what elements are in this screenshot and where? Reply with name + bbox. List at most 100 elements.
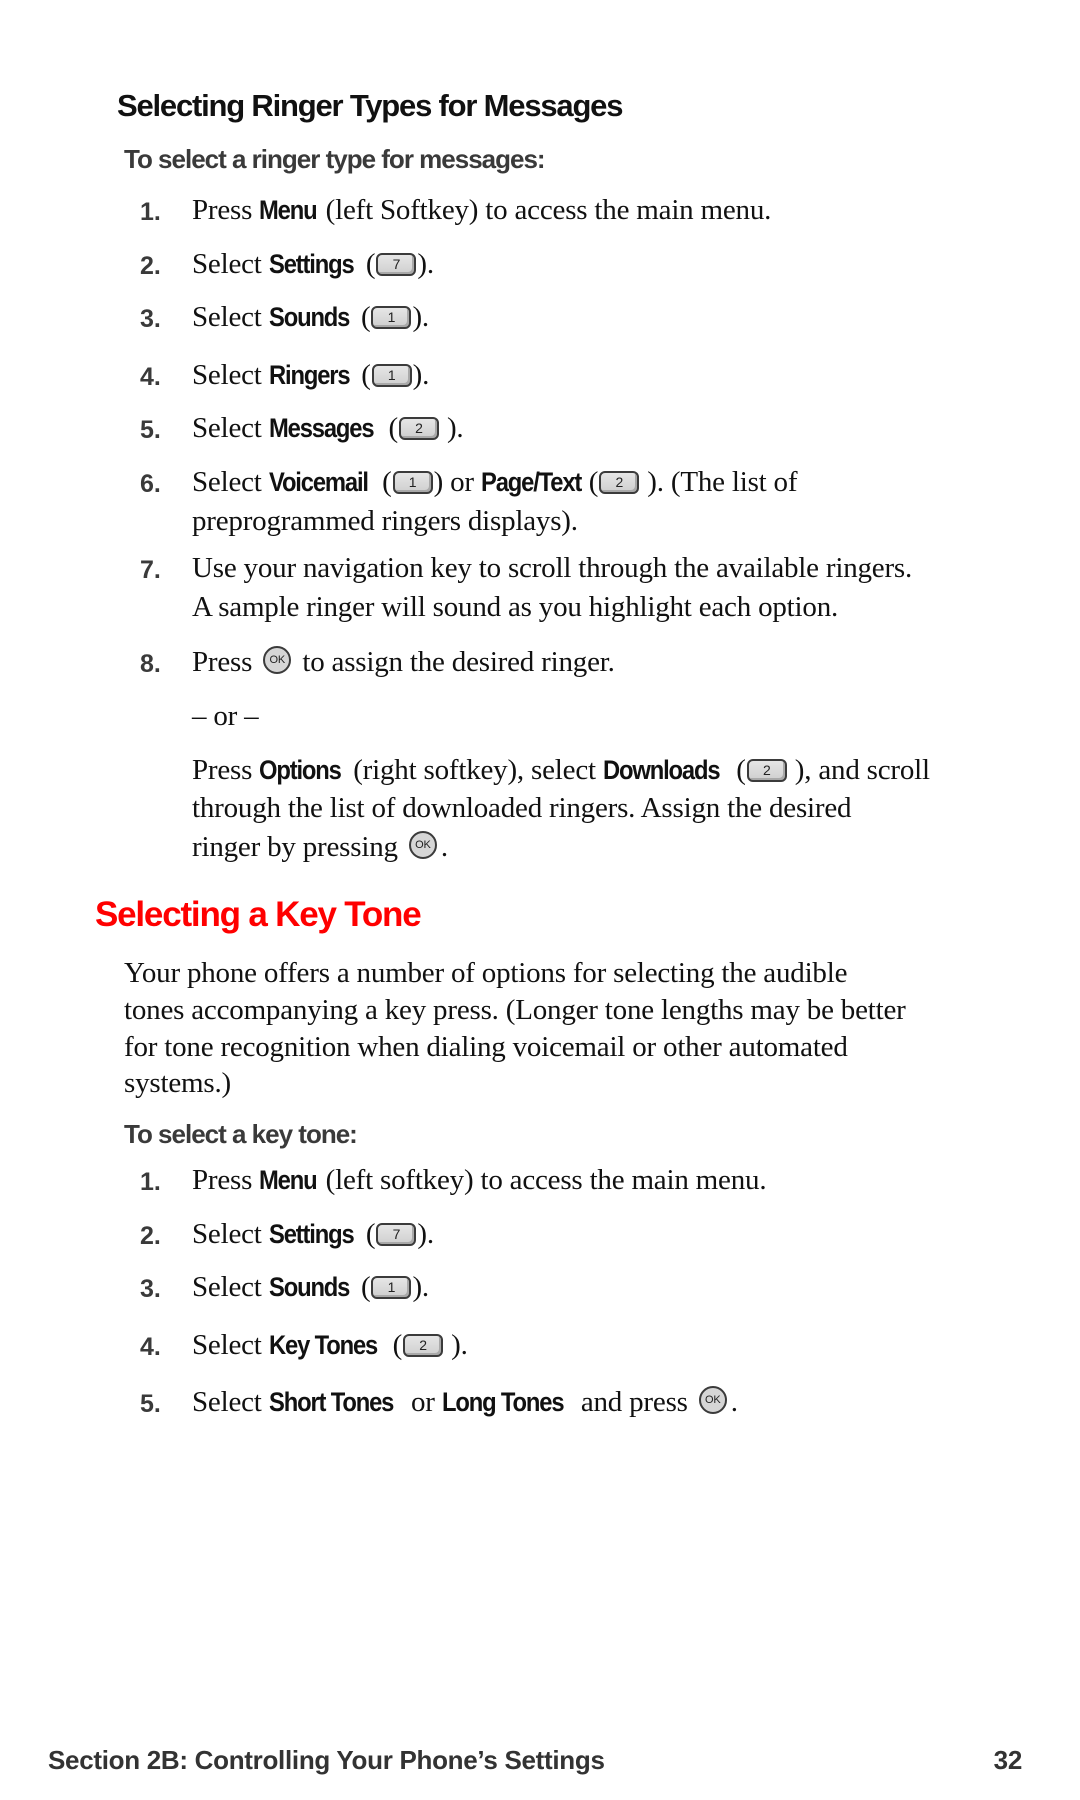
paragraph-line: systems.)	[124, 1067, 231, 1099]
step-pre: Press	[192, 1164, 260, 1196]
step-post: ).	[417, 1218, 434, 1250]
step-pre: Select	[192, 412, 269, 444]
step-mid: or	[403, 1386, 442, 1418]
step-bold: Short Tones	[268, 1387, 394, 1417]
step-open: (	[353, 301, 371, 333]
footer-section-title: Section 2B: Controlling Your Phone’s Set…	[48, 1745, 605, 1775]
step-pre: Press	[192, 194, 260, 226]
step-bold: Long Tones	[441, 1387, 565, 1417]
alt-line-1: Press Options (right softkey), select Do…	[192, 754, 930, 787]
keypad-key-icon: 1	[392, 471, 433, 494]
step-open: (	[381, 412, 398, 444]
step-bold: Menu	[259, 195, 318, 225]
or-separator: – or –	[192, 700, 259, 732]
step-text: Press Menu (left softkey) to access the …	[192, 1164, 767, 1197]
alt-line-2: through the list of downloaded ringers. …	[192, 792, 852, 824]
subheading-select-key-tone: To select a key tone:	[124, 1119, 358, 1149]
step-bold: Ringers	[268, 360, 351, 390]
step-open: (	[588, 466, 599, 498]
step-text: Press Menu (left Softkey) to access the …	[192, 194, 771, 227]
step-open: (	[358, 1218, 376, 1250]
step-number: 3.	[140, 1275, 161, 1303]
step-pre: Select	[192, 248, 269, 280]
section-heading-ringer-types: Selecting Ringer Types for Messages	[117, 88, 623, 123]
step-text: Select Short Tones or Long Tones and pre…	[192, 1386, 738, 1419]
step-pre: Select	[192, 1218, 269, 1250]
page-number: 32	[993, 1745, 1023, 1775]
step-text: Select Voicemail (1) or Page/Text(2 ). (…	[192, 466, 798, 499]
step-number: 6.	[140, 470, 161, 498]
step-post: ).	[412, 1271, 429, 1303]
section-heading-key-tone: Selecting a Key Tone	[95, 895, 422, 934]
paragraph-line: tones accompanying a key press. (Longer …	[124, 994, 906, 1026]
step-number: 2.	[140, 1222, 161, 1250]
step-open: (	[375, 466, 392, 498]
keypad-key-icon: 2	[746, 759, 787, 782]
step-number: 1.	[140, 1168, 161, 1196]
step-pre: Press	[192, 646, 260, 678]
keypad-key-icon: 1	[371, 306, 412, 329]
keypad-key-icon: 2	[403, 1334, 444, 1357]
step-number: 3.	[140, 305, 161, 333]
alt-bold: Downloads	[602, 755, 721, 785]
step-open: (	[354, 359, 371, 391]
alt-post: .	[440, 831, 448, 863]
step-text: Select Messages (2 ).	[192, 412, 464, 445]
alt-post: ), and scroll	[787, 754, 930, 786]
alt-mid: (right softkey), select	[346, 754, 603, 786]
keypad-key-icon: 2	[398, 417, 439, 440]
ok-key-icon: OK	[698, 1386, 727, 1414]
step-number: 7.	[140, 556, 161, 584]
step-pre: Select	[192, 1386, 269, 1418]
step-number: 8.	[140, 650, 161, 678]
step-text: Select Sounds (1).	[192, 301, 429, 334]
step-text: Select Key Tones (2 ).	[192, 1329, 468, 1362]
step-bold: Sounds	[268, 1272, 350, 1302]
step-text: Select Settings (7).	[192, 1218, 434, 1251]
step-post: ).	[412, 301, 429, 333]
step-bold: Sounds	[268, 302, 350, 332]
step-bold: Menu	[259, 1165, 318, 1195]
step-number: 4.	[140, 1333, 161, 1361]
keypad-key-icon: 1	[371, 1276, 412, 1299]
step-pre: Select	[192, 1329, 269, 1361]
step-open: (	[353, 1271, 371, 1303]
step-text: Select Ringers (1).	[192, 359, 429, 392]
step-bold: Messages	[268, 413, 375, 443]
keypad-key-icon: 7	[376, 253, 417, 276]
step-number: 1.	[140, 198, 161, 226]
step-text: Select Settings (7).	[192, 248, 434, 281]
paragraph-line: for tone recognition when dialing voicem…	[124, 1031, 848, 1063]
step-text: Select Sounds (1).	[192, 1271, 429, 1304]
subheading-select-ringer: To select a ringer type for messages:	[124, 144, 546, 174]
step-post: ).	[444, 1329, 468, 1361]
step-bold: Voicemail	[268, 467, 369, 497]
step-bold: Key Tones	[268, 1330, 378, 1360]
step-pre: Select	[192, 301, 269, 333]
step-post: to assign the desired ringer.	[295, 646, 615, 678]
ok-key-icon: OK	[263, 646, 292, 674]
step-bold: Settings	[268, 249, 355, 279]
step-pre: Select	[192, 359, 269, 391]
step-post: ).	[412, 359, 430, 391]
step-pre: Select	[192, 1271, 269, 1303]
step-text: Use your navigation key to scroll throug…	[192, 552, 913, 584]
keypad-key-icon: 2	[599, 471, 640, 494]
step-open: (	[358, 248, 376, 280]
step-post: ).	[417, 248, 434, 280]
step-number: 2.	[140, 252, 161, 280]
ok-key-icon: OK	[408, 831, 437, 859]
step-number: 5.	[140, 416, 161, 444]
step-pre: Select	[192, 466, 269, 498]
step-post: .	[730, 1386, 738, 1418]
alt-line-3: ringer by pressing OK.	[192, 831, 448, 864]
step-post: (left Softkey) to access the main menu.	[318, 194, 772, 226]
step-text-continuation: preprogrammed ringers displays).	[192, 505, 578, 537]
paragraph-line: Your phone offers a number of options fo…	[124, 957, 848, 989]
alt-bold: Options	[259, 755, 342, 785]
keypad-key-icon: 1	[371, 364, 412, 387]
step-text: Press OK to assign the desired ringer.	[192, 646, 615, 679]
step-mid: ) or	[433, 466, 481, 498]
step-mid: and press	[573, 1386, 695, 1418]
step-post: ). (The list of	[640, 466, 798, 498]
